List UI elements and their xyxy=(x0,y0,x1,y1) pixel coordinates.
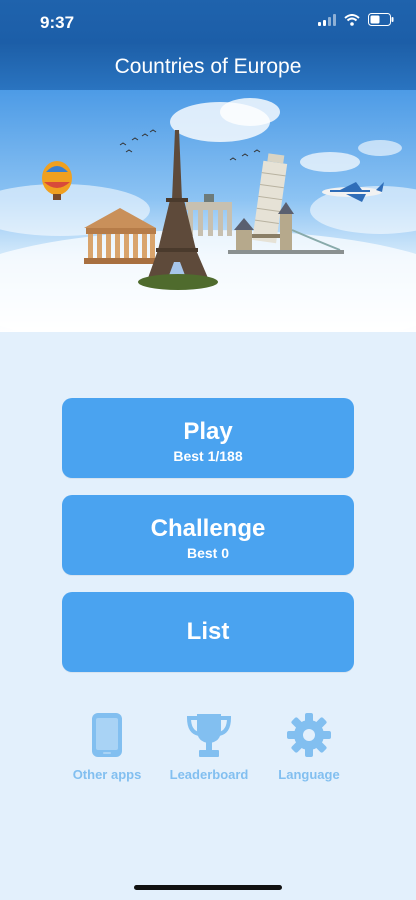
language-button[interactable]: Language xyxy=(274,712,344,782)
signal-icon xyxy=(318,13,336,31)
challenge-best-score: Best 0 xyxy=(186,545,230,561)
challenge-button-label: Challenge xyxy=(150,515,266,542)
brandenburg-gate-illustration xyxy=(186,194,232,236)
status-time: 9:37 xyxy=(40,13,75,32)
nav-bar: Countries of Europe xyxy=(0,44,416,90)
wifi-icon xyxy=(344,13,360,31)
play-button-label: Play xyxy=(183,418,233,445)
play-button[interactable]: Play Best 1/188 xyxy=(62,398,354,478)
other-apps-button[interactable]: Other apps xyxy=(68,712,146,782)
home-indicator[interactable] xyxy=(134,885,282,890)
language-label: Language xyxy=(278,767,340,782)
other-apps-label: Other apps xyxy=(72,767,142,782)
status-icons xyxy=(318,13,394,31)
battery-icon xyxy=(368,13,394,31)
leaderboard-button[interactable]: Leaderboard xyxy=(164,712,254,782)
list-button[interactable]: List xyxy=(62,592,354,672)
phone-icon xyxy=(91,713,123,761)
challenge-button[interactable]: Challenge Best 0 xyxy=(62,495,354,575)
gear-icon xyxy=(286,713,332,761)
landmarks-illustration xyxy=(0,98,416,332)
play-best-score: Best 1/188 xyxy=(173,448,243,464)
trophy-icon xyxy=(183,714,235,761)
hero-image xyxy=(0,90,416,332)
status-bar: 9:37 xyxy=(0,0,416,44)
leaderboard-label: Leaderboard xyxy=(169,767,249,782)
list-button-label: List xyxy=(186,618,230,645)
page-title: Countries of Europe xyxy=(114,55,302,78)
